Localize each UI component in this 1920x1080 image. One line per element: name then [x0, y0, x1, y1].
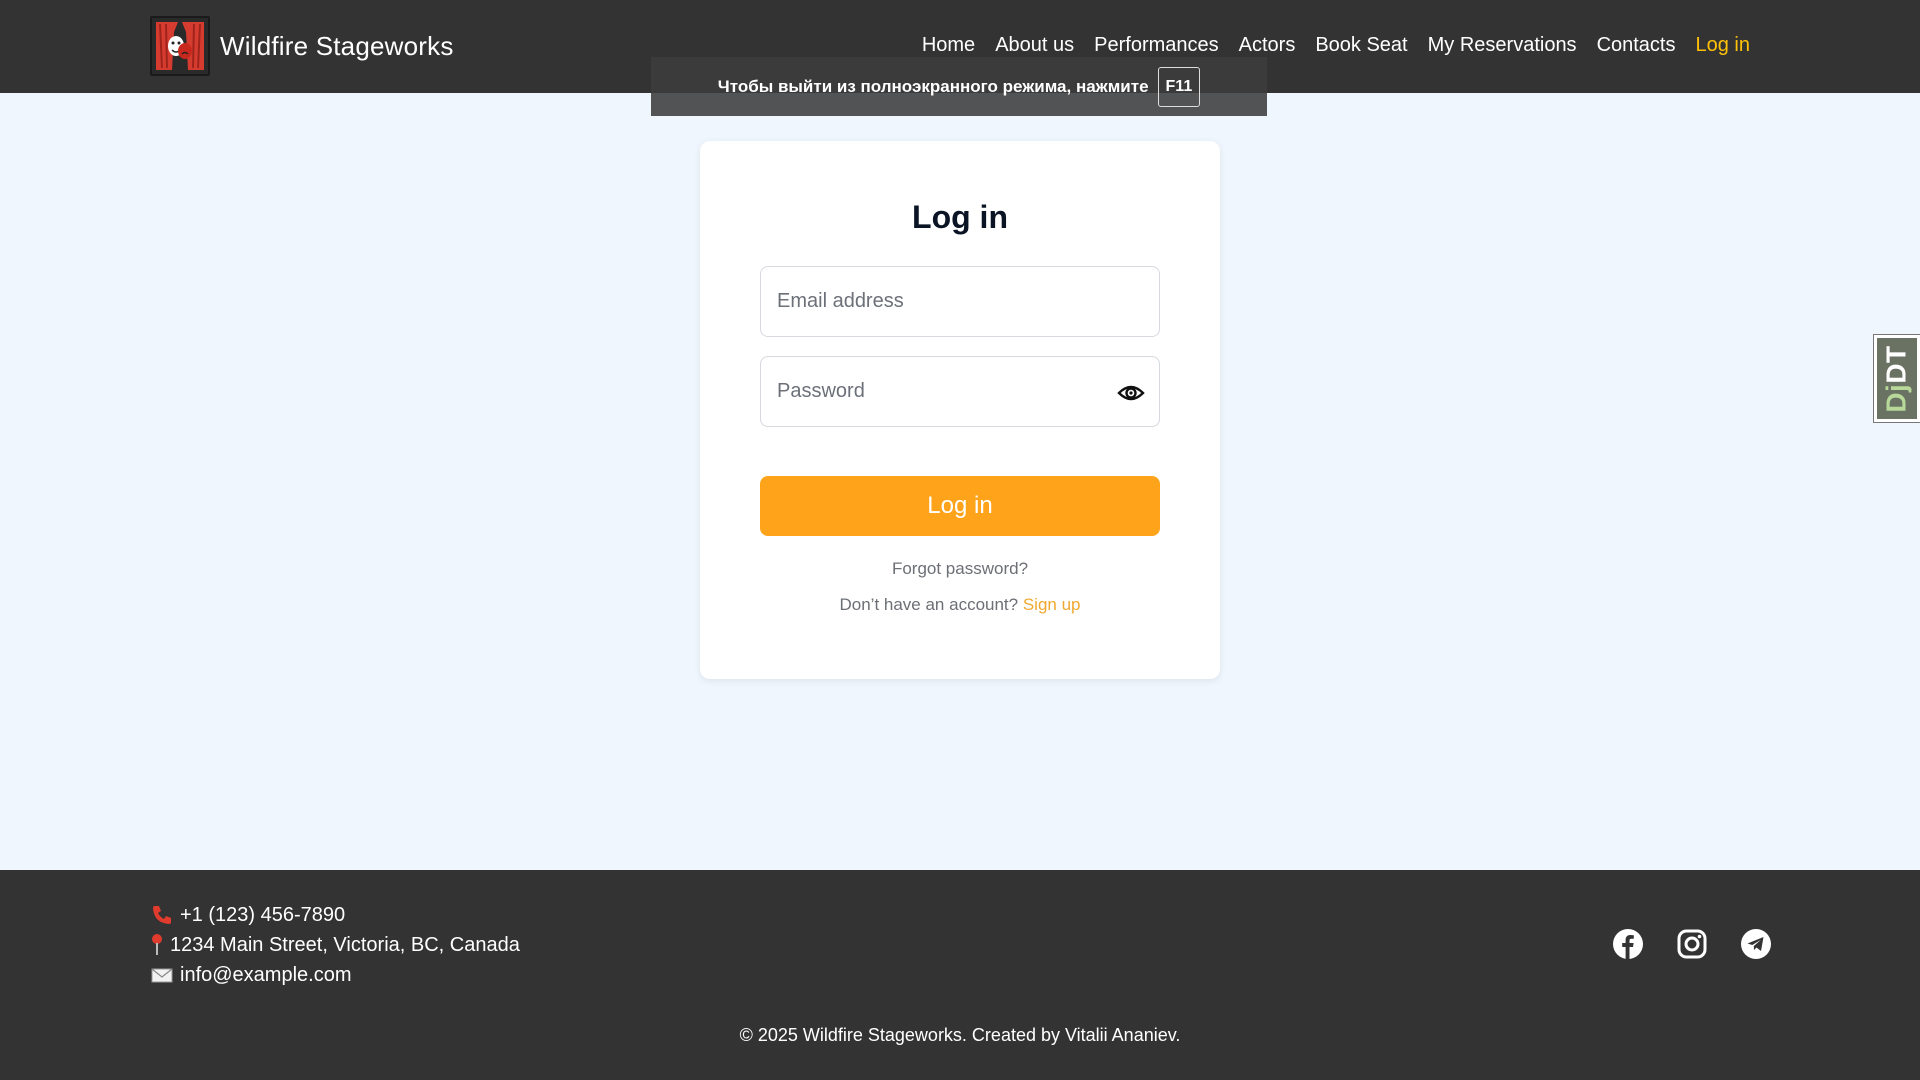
address-text: 1234 Main Street, Victoria, BC, Canada [170, 933, 520, 956]
email-input[interactable] [761, 267, 1159, 336]
fullscreen-key-badge: F11 [1157, 66, 1201, 107]
signup-link[interactable]: Sign up [1023, 595, 1081, 614]
nav-contacts[interactable]: Contacts [1587, 30, 1686, 61]
login-button[interactable]: Log in [760, 476, 1160, 536]
login-title: Log in [912, 199, 1008, 235]
instagram-icon[interactable] [1676, 928, 1708, 960]
djdt-handle: DjDT [1877, 338, 1917, 419]
login-card: Log in Log in Forgot password? Don’t hav… [700, 141, 1220, 679]
nav-my-reservations[interactable]: My Reservations [1418, 30, 1587, 61]
fullscreen-notice-text: Чтобы выйти из полноэкранного режима, на… [717, 76, 1149, 96]
brand-name: Wildfire Stageworks [220, 30, 454, 61]
contact-email: info@example.com [150, 963, 351, 987]
contact-phone: +1 (123) 456-7890 [150, 903, 345, 927]
django-debug-toolbar-toggle[interactable]: DjDT [1873, 334, 1920, 423]
djdt-label: DjDT [1881, 345, 1913, 412]
social-links [1612, 928, 1772, 960]
email-text: info@example.com [180, 963, 352, 986]
djdt-suffix: DT [1881, 344, 1913, 384]
nav-book-seat[interactable]: Book Seat [1305, 30, 1417, 61]
facebook-icon[interactable] [1612, 928, 1644, 960]
password-input[interactable] [761, 357, 1159, 426]
telegram-icon[interactable] [1740, 928, 1772, 960]
pushpin-icon [150, 933, 164, 957]
phone-icon [150, 903, 174, 927]
password-field-wrapper [760, 356, 1160, 427]
footer: +1 (123) 456-7890 1234 Main Street, Vict… [0, 870, 1920, 1080]
email-field-wrapper [760, 266, 1160, 337]
signup-line: Don’t have an account? Sign up [700, 595, 1220, 615]
forgot-password-link[interactable]: Forgot password? [700, 559, 1220, 579]
show-password-eye-icon[interactable] [1117, 379, 1145, 407]
djdt-prefix: Dj [1881, 383, 1913, 413]
fullscreen-notice: Чтобы выйти из полноэкранного режима, на… [651, 57, 1267, 116]
nav-log-in[interactable]: Log in [1686, 30, 1761, 61]
contact-address: 1234 Main Street, Victoria, BC, Canada [150, 933, 520, 957]
theater-logo-icon [150, 16, 210, 76]
phone-text: +1 (123) 456-7890 [180, 903, 346, 926]
copyright: © 2025 Wildfire Stageworks. Created by V… [739, 1025, 1181, 1045]
signup-prompt: Don’t have an account? [839, 595, 1019, 614]
brand-link[interactable]: Wildfire Stageworks [150, 16, 454, 76]
envelope-icon [150, 963, 174, 987]
